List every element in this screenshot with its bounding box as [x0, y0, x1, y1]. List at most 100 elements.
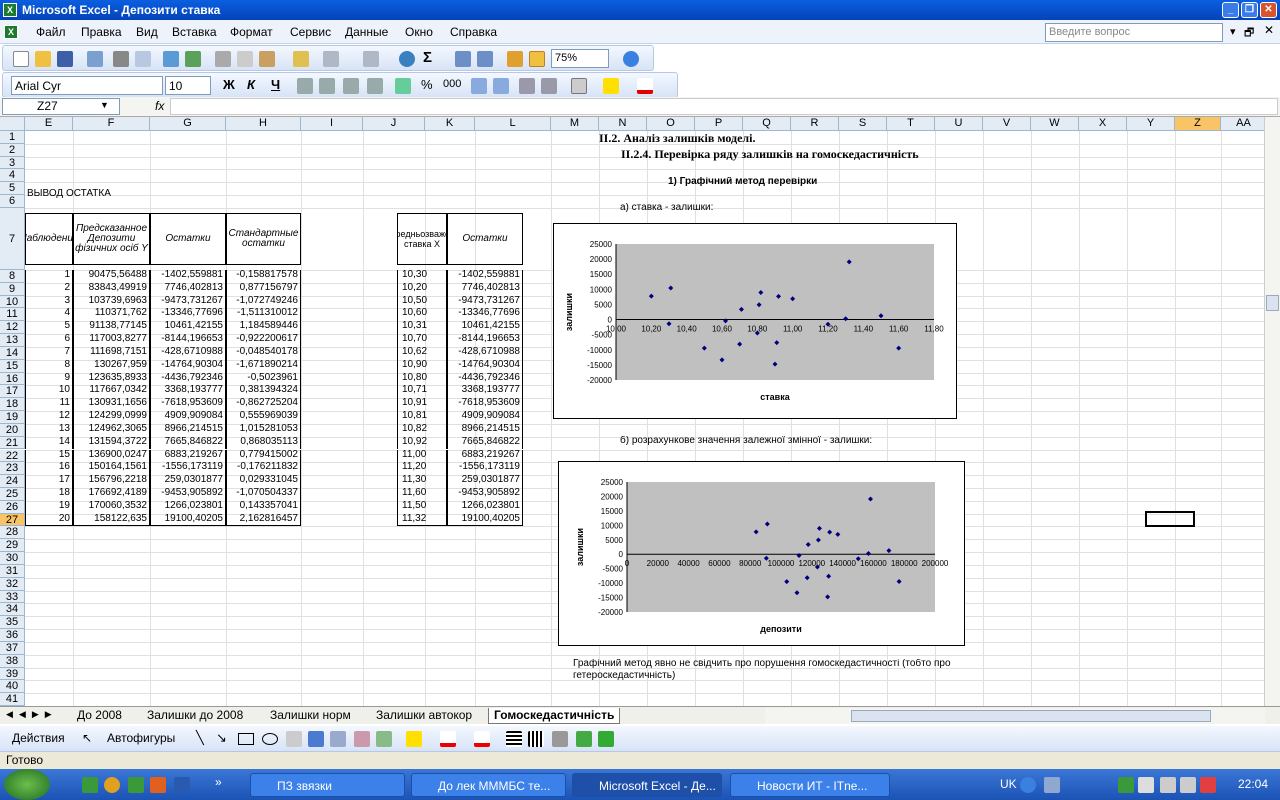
task-pz-zvyazky[interactable]: ПЗ звязки: [250, 773, 405, 797]
row-header-12[interactable]: 12: [0, 321, 25, 335]
row-header-15[interactable]: 15: [0, 359, 25, 373]
horizontal-scrollbar[interactable]: [765, 708, 1265, 724]
tray-icon-7[interactable]: [1200, 777, 1216, 793]
table-cell[interactable]: -7618,953609: [447, 398, 523, 411]
draw-fill-color-icon[interactable]: [406, 731, 422, 747]
active-cell-z27[interactable]: [1145, 511, 1195, 527]
picture-icon[interactable]: [376, 731, 392, 747]
tab-zalyshky-avtokor[interactable]: Залишки автокор: [371, 708, 477, 724]
table-cell[interactable]: 11: [25, 398, 73, 411]
table-cell[interactable]: -4436,792346: [150, 372, 226, 386]
row-header-24[interactable]: 24: [0, 475, 25, 488]
table-cell[interactable]: -0,176211832: [226, 462, 301, 476]
table-cell[interactable]: 10,71: [397, 385, 447, 399]
draw-font-color-icon[interactable]: [474, 731, 490, 747]
row-header-18[interactable]: 18: [0, 398, 25, 411]
fx-icon[interactable]: fx: [155, 99, 164, 113]
tab-homoskedastychnist[interactable]: Гомоскедастичність: [488, 708, 621, 724]
table-cell[interactable]: 0,868035113: [226, 436, 301, 450]
table-cell[interactable]: 0,381394324: [226, 385, 301, 399]
task-excel[interactable]: Microsoft Excel - Де...: [572, 773, 722, 797]
decrease-decimal-icon[interactable]: [493, 78, 509, 94]
table-cell[interactable]: -0,048540178: [226, 346, 301, 360]
maximize-button[interactable]: ❐: [1241, 2, 1258, 18]
word-icon[interactable]: [174, 777, 190, 793]
row-header-34[interactable]: 34: [0, 603, 25, 617]
column-header-z[interactable]: Z: [1175, 117, 1221, 131]
row-header-3[interactable]: 3: [0, 156, 25, 170]
row-header-33[interactable]: 33: [0, 590, 25, 604]
table-cell[interactable]: -4436,792346: [447, 372, 523, 386]
thousands-button[interactable]: 000: [443, 78, 461, 90]
table-cell[interactable]: 158122,635: [73, 513, 150, 527]
table-cell[interactable]: -9453,905892: [150, 487, 226, 501]
quicklaunch-icon-1[interactable]: [82, 777, 98, 793]
row-header-4[interactable]: 4: [0, 169, 25, 183]
paste-icon[interactable]: [259, 51, 275, 67]
decrease-indent-icon[interactable]: [519, 78, 535, 94]
table-cell[interactable]: 10461,42155: [150, 321, 226, 335]
table-cell[interactable]: -14764,90304: [447, 359, 523, 373]
table-cell[interactable]: 0,877156797: [226, 282, 301, 296]
row-header-37[interactable]: 37: [0, 641, 25, 655]
sort-asc-icon[interactable]: [455, 51, 471, 67]
line-style-icon[interactable]: [506, 731, 522, 747]
table-cell[interactable]: 8966,214515: [447, 423, 523, 437]
menu-file[interactable]: Файл: [36, 25, 66, 39]
row-header-22[interactable]: 22: [0, 449, 25, 463]
sort-desc-icon[interactable]: [477, 51, 493, 67]
close-button[interactable]: ✕: [1260, 2, 1277, 18]
oval-icon[interactable]: [262, 733, 278, 745]
zoom-select[interactable]: 75%: [551, 49, 609, 68]
chrome-icon[interactable]: [104, 777, 120, 793]
hyperlink-icon[interactable]: [399, 51, 415, 67]
table-cell[interactable]: 10,82: [397, 423, 447, 437]
row-header-38[interactable]: 38: [0, 654, 25, 668]
table-cell[interactable]: 0,555969039: [226, 411, 301, 424]
font-select[interactable]: Arial Cyr: [11, 76, 163, 95]
table-cell[interactable]: 0,143357041: [226, 500, 301, 514]
table-cell[interactable]: 19: [25, 500, 73, 514]
table-cell[interactable]: 130931,1656: [73, 398, 150, 411]
autosum-icon[interactable]: Σ: [423, 49, 432, 66]
underline-button[interactable]: Ч: [271, 77, 280, 92]
table-cell[interactable]: 10,90: [397, 359, 447, 373]
table-cell[interactable]: -0,922200617: [226, 334, 301, 347]
format-painter-icon[interactable]: [293, 51, 309, 67]
column-header-n[interactable]: N: [599, 117, 647, 131]
column-header-t[interactable]: T: [887, 117, 935, 131]
table-cell[interactable]: 4: [25, 308, 73, 322]
worksheet-grid[interactable]: II.2. Аналіз залишків моделі. II.2.4. Пе…: [25, 131, 1264, 706]
table-cell[interactable]: -9473,731267: [447, 295, 523, 309]
task-browser[interactable]: Новости ИТ - ITne...: [730, 773, 890, 797]
table-cell[interactable]: -9473,731267: [150, 295, 226, 309]
dash-style-icon[interactable]: [528, 731, 544, 747]
currency-icon[interactable]: [395, 78, 411, 94]
table-cell[interactable]: 123635,8933: [73, 372, 150, 386]
menu-format[interactable]: Формат: [230, 25, 273, 39]
table-cell[interactable]: 170060,3532: [73, 500, 150, 514]
cut-icon[interactable]: [215, 51, 231, 67]
table-cell[interactable]: 10,60: [397, 308, 447, 322]
table-cell[interactable]: 8: [25, 359, 73, 373]
column-header-j[interactable]: J: [363, 117, 425, 131]
table-cell[interactable]: -428,6710988: [447, 346, 523, 360]
tab-zalyshky-norm[interactable]: Залишки норм: [265, 708, 356, 724]
powerpoint-icon[interactable]: [150, 777, 166, 793]
drawing-icon[interactable]: [529, 51, 545, 67]
table-cell[interactable]: 259,0301877: [447, 475, 523, 488]
table-cell[interactable]: 10,62: [397, 346, 447, 360]
wordart-icon[interactable]: [308, 731, 324, 747]
table-cell[interactable]: 3368,193777: [447, 385, 523, 399]
table-cell[interactable]: 130267,959: [73, 359, 150, 373]
spelling-icon[interactable]: [163, 51, 179, 67]
table-cell[interactable]: 14: [25, 436, 73, 450]
align-right-icon[interactable]: [343, 78, 359, 94]
row-header-35[interactable]: 35: [0, 616, 25, 630]
table-cell[interactable]: 83843,49919: [73, 282, 150, 296]
language-indicator[interactable]: UK: [1000, 777, 1017, 791]
table-cell[interactable]: 11,00: [397, 449, 447, 463]
row-header-28[interactable]: 28: [0, 526, 25, 540]
formula-input[interactable]: [170, 98, 1278, 115]
table-cell[interactable]: 1,184589446: [226, 321, 301, 335]
